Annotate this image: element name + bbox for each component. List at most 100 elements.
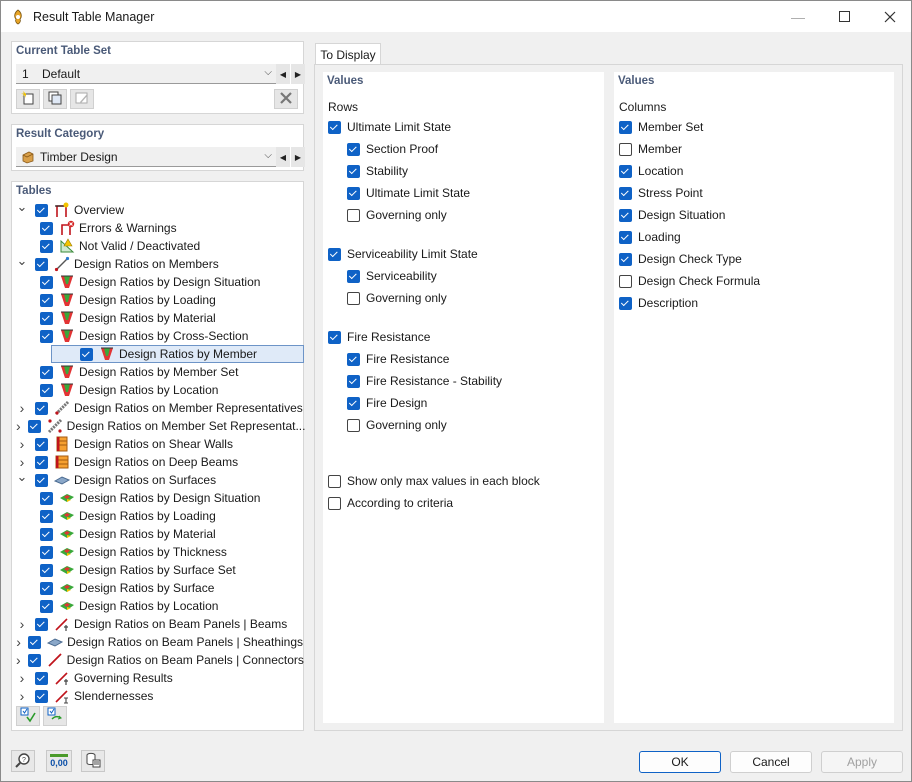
checkbox[interactable] — [328, 247, 341, 261]
row-option-fire-design[interactable]: Fire Design — [347, 394, 427, 412]
previous-category-button[interactable]: ◀ — [276, 147, 290, 167]
checkbox[interactable] — [35, 437, 48, 451]
row-option-governing-only[interactable]: Governing only — [347, 206, 447, 224]
cancel-button[interactable]: Cancel — [730, 751, 812, 773]
column-option-member-set[interactable]: Member Set — [619, 118, 703, 136]
next-category-button[interactable]: ▶ — [291, 147, 305, 167]
previous-set-button[interactable]: ◀ — [276, 64, 290, 84]
checkbox[interactable] — [347, 186, 360, 200]
checkbox[interactable] — [347, 164, 360, 178]
row-option-fire-resistance[interactable]: Fire Resistance — [328, 328, 430, 346]
chevron-right-icon[interactable]: › — [16, 435, 28, 453]
tree-item-design-ratios-by-material[interactable]: Design Ratios by Material — [12, 525, 303, 543]
tree-item-design-ratios-by-loading[interactable]: Design Ratios by Loading — [12, 291, 303, 309]
checkbox[interactable] — [40, 581, 53, 595]
checkbox[interactable] — [28, 635, 42, 649]
checkbox[interactable] — [619, 274, 632, 288]
checkbox[interactable] — [619, 208, 632, 222]
column-option-location[interactable]: Location — [619, 162, 683, 180]
toggle-selection-button[interactable] — [43, 706, 67, 726]
maximize-button[interactable] — [821, 1, 867, 32]
row-option-governing-only[interactable]: Governing only — [347, 416, 447, 434]
row-option-stability[interactable]: Stability — [347, 162, 408, 180]
column-option-design-situation[interactable]: Design Situation — [619, 206, 725, 224]
tree-item-design-ratios-on-shear-walls[interactable]: › Design Ratios on Shear Walls — [12, 435, 303, 453]
checkbox[interactable] — [619, 120, 632, 134]
checkbox[interactable] — [40, 275, 53, 289]
checkbox[interactable] — [40, 329, 53, 343]
tree-item-governing-results[interactable]: › Governing Results — [12, 669, 303, 687]
chevron-right-icon[interactable]: › — [16, 669, 28, 687]
apply-button[interactable]: Apply — [821, 751, 903, 773]
checkbox[interactable] — [347, 418, 360, 432]
tree-item-design-ratios-on-deep-beams[interactable]: › Design Ratios on Deep Beams — [12, 453, 303, 471]
checkbox[interactable] — [35, 257, 48, 271]
checkbox[interactable] — [27, 419, 41, 433]
row-option-serviceability[interactable]: Serviceability — [347, 267, 437, 285]
checkbox[interactable] — [35, 689, 48, 703]
checkbox[interactable] — [347, 142, 360, 156]
row-option-show-only-max-values-in-each-block[interactable]: Show only max values in each block — [328, 472, 540, 490]
result-category-select[interactable]: Timber Design ⌵ — [16, 147, 276, 167]
checkbox[interactable] — [619, 296, 632, 310]
checkbox[interactable] — [347, 374, 360, 388]
row-option-ultimate-limit-state[interactable]: Ultimate Limit State — [347, 184, 470, 202]
tree-item-not-valid-deactivated[interactable]: Not Valid / Deactivated — [12, 237, 303, 255]
checkbox[interactable] — [347, 396, 360, 410]
chevron-down-icon[interactable]: ⌄ — [16, 198, 28, 216]
row-option-according-to-criteria[interactable]: According to criteria — [328, 494, 453, 512]
column-option-design-check-formula[interactable]: Design Check Formula — [619, 272, 760, 290]
tab-to-display[interactable]: To Display — [315, 43, 381, 65]
tree-item-design-ratios-on-member-set-representat[interactable]: › Design Ratios on Member Set Representat… — [12, 417, 305, 435]
tree-item-design-ratios-by-location[interactable]: Design Ratios by Location — [12, 381, 303, 399]
tree-item-design-ratios-by-member[interactable]: Design Ratios by Member — [51, 345, 304, 363]
tree-item-slendernesses[interactable]: › Slendernesses — [12, 687, 303, 705]
tree-item-design-ratios-by-material[interactable]: Design Ratios by Material — [12, 309, 303, 327]
checkbox[interactable] — [347, 291, 360, 305]
row-option-fire-resistance-stability[interactable]: Fire Resistance - Stability — [347, 372, 502, 390]
checkbox[interactable] — [40, 311, 53, 325]
tree-item-design-ratios-on-surfaces[interactable]: ⌄ Design Ratios on Surfaces — [12, 469, 303, 489]
check-all-button[interactable] — [16, 706, 40, 726]
tree-item-design-ratios-on-beam-panels-connectors[interactable]: › Design Ratios on Beam Panels | Connecto… — [12, 651, 304, 669]
column-option-design-check-type[interactable]: Design Check Type — [619, 250, 742, 268]
help-button[interactable]: ? — [11, 750, 35, 772]
checkbox[interactable] — [35, 401, 48, 415]
minimize-button[interactable]: — — [775, 1, 821, 32]
row-option-ultimate-limit-state[interactable]: Ultimate Limit State — [328, 118, 451, 136]
column-option-stress-point[interactable]: Stress Point — [619, 184, 703, 202]
tree-item-design-ratios-by-design-situation[interactable]: Design Ratios by Design Situation — [12, 273, 303, 291]
delete-table-set-button[interactable] — [274, 89, 298, 109]
checkbox[interactable] — [40, 599, 53, 613]
checkbox[interactable] — [40, 545, 53, 559]
checkbox[interactable] — [619, 164, 632, 178]
next-set-button[interactable]: ▶ — [291, 64, 305, 84]
tree-item-design-ratios-by-thickness[interactable]: Design Ratios by Thickness — [12, 543, 303, 561]
tree-item-design-ratios-by-surface[interactable]: Design Ratios by Surface — [12, 579, 303, 597]
checkbox[interactable] — [347, 208, 360, 222]
checkbox[interactable] — [328, 474, 341, 488]
tree-item-design-ratios-on-beam-panels-sheathings[interactable]: › Design Ratios on Beam Panels | Sheathin… — [12, 633, 303, 651]
checkbox[interactable] — [35, 617, 48, 631]
tree-item-design-ratios-by-member-set[interactable]: Design Ratios by Member Set — [12, 363, 303, 381]
checkbox[interactable] — [40, 491, 53, 505]
checkbox[interactable] — [619, 142, 632, 156]
tree-item-design-ratios-by-cross-section[interactable]: Design Ratios by Cross-Section — [12, 327, 303, 345]
checkbox[interactable] — [347, 352, 360, 366]
column-option-loading[interactable]: Loading — [619, 228, 681, 246]
checkbox[interactable] — [40, 509, 53, 523]
checkbox[interactable] — [619, 252, 632, 266]
export-table-button[interactable] — [81, 750, 105, 772]
checkbox[interactable] — [40, 383, 53, 397]
tree-item-errors-warnings[interactable]: Errors & Warnings — [12, 219, 303, 237]
units-decimals-button[interactable]: 0,00 — [46, 750, 72, 772]
checkbox[interactable] — [328, 496, 341, 510]
row-option-section-proof[interactable]: Section Proof — [347, 140, 438, 158]
checkbox[interactable] — [35, 455, 48, 469]
chevron-right-icon[interactable]: › — [16, 651, 21, 669]
chevron-right-icon[interactable]: › — [16, 417, 21, 435]
checkbox[interactable] — [40, 365, 53, 379]
column-option-member[interactable]: Member — [619, 140, 682, 158]
checkbox[interactable] — [40, 293, 53, 307]
checkbox[interactable] — [27, 653, 41, 667]
